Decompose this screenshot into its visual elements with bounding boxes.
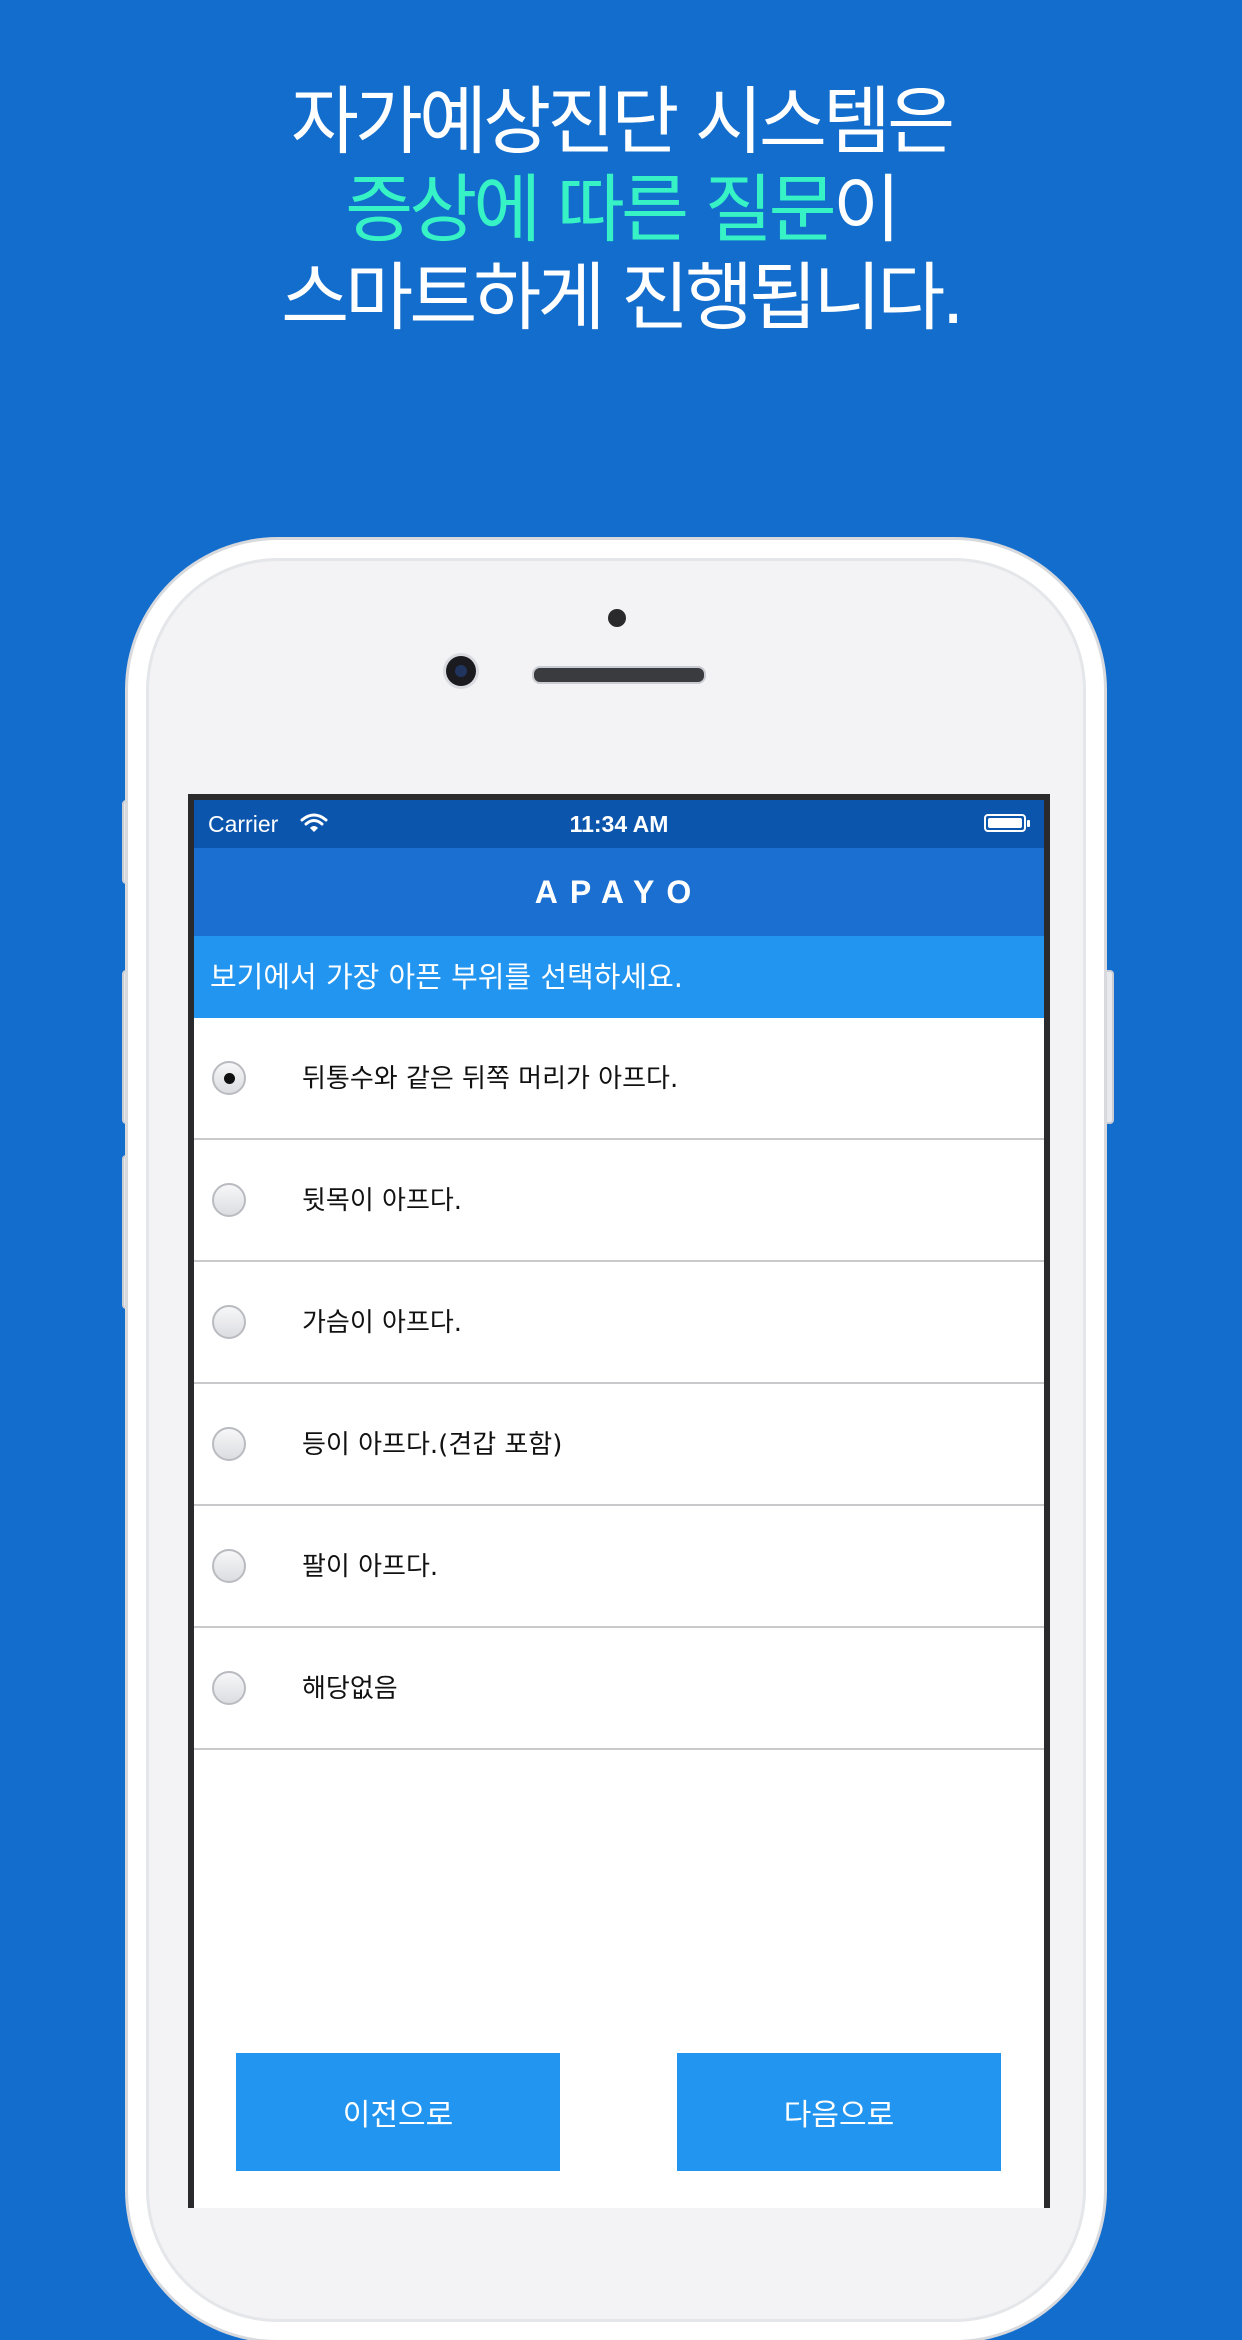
option-label: 해당없음 xyxy=(302,1674,398,1704)
app-screen: Carrier 11:34 AM APAYO 보기에서 가장 아픈 부위를 선택… xyxy=(188,794,1050,2208)
option-label: 등이 아프다.(견갑 포함) xyxy=(302,1430,563,1460)
radio-button[interactable] xyxy=(212,1671,246,1705)
headline-line-2: 증상에 따른 질문이 xyxy=(0,166,1242,254)
phone-front-camera xyxy=(446,656,476,686)
radio-button[interactable] xyxy=(212,1305,246,1339)
battery-icon xyxy=(984,814,1030,832)
app-title-bar: APAYO xyxy=(194,848,1044,936)
phone-earpiece-speaker xyxy=(532,666,706,684)
option-row[interactable]: 가슴이 아프다. xyxy=(194,1262,1044,1384)
previous-button[interactable]: 이전으로 xyxy=(236,2053,560,2171)
option-label: 뒷목이 아프다. xyxy=(302,1186,463,1216)
radio-button-selected[interactable] xyxy=(212,1061,246,1095)
app-title: APAYO xyxy=(534,874,704,910)
answer-options-list: 뒤통수와 같은 뒤쪽 머리가 아프다. 뒷목이 아프다. 가슴이 아프다. 등이… xyxy=(194,1018,1044,1750)
option-label: 뒤통수와 같은 뒤쪽 머리가 아프다. xyxy=(302,1064,679,1094)
headline-line-1: 자가예상진단 시스템은 xyxy=(290,79,955,165)
question-instruction: 보기에서 가장 아픈 부위를 선택하세요. xyxy=(194,936,1044,1018)
option-row[interactable]: 뒤통수와 같은 뒤쪽 머리가 아프다. xyxy=(194,1018,1044,1140)
phone-sensor xyxy=(608,609,626,627)
option-label: 가슴이 아프다. xyxy=(302,1308,463,1338)
promo-headline: 자가예상진단 시스템은 증상에 따른 질문이 스마트하게 진행됩니다. xyxy=(0,78,1242,342)
option-row[interactable]: 팔이 아프다. xyxy=(194,1506,1044,1628)
option-label: 팔이 아프다. xyxy=(302,1552,439,1582)
option-row[interactable]: 해당없음 xyxy=(194,1628,1044,1750)
next-button[interactable]: 다음으로 xyxy=(677,2053,1001,2171)
status-time: 11:34 AM xyxy=(569,811,669,837)
headline-line-3: 스마트하게 진행됩니다. xyxy=(281,255,965,341)
option-row[interactable]: 등이 아프다.(견갑 포함) xyxy=(194,1384,1044,1506)
radio-button[interactable] xyxy=(212,1183,246,1217)
navigation-buttons: 이전으로 다음으로 xyxy=(194,2053,1044,2173)
option-row[interactable]: 뒷목이 아프다. xyxy=(194,1140,1044,1262)
headline-accent: 증상에 따른 질문 xyxy=(345,167,837,253)
status-bar: Carrier 11:34 AM xyxy=(194,800,1044,848)
headline-line-2-rest: 이 xyxy=(832,167,901,253)
radio-button[interactable] xyxy=(212,1549,246,1583)
radio-button[interactable] xyxy=(212,1427,246,1461)
